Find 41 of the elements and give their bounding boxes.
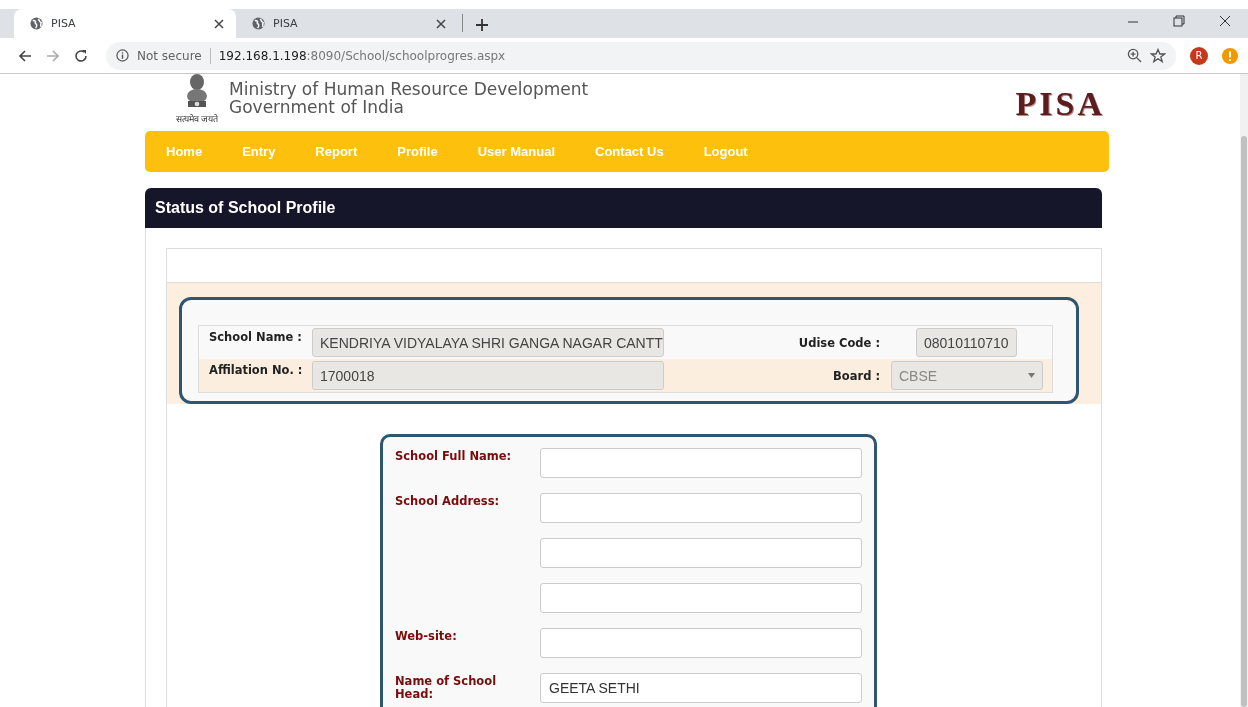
address-bar[interactable]: Not secure 192.168.1.198:8090/School/schoolprogres.aspx — [106, 41, 1176, 70]
input-field[interactable] — [540, 448, 862, 478]
field-label: School Name : — [208, 329, 303, 344]
close-icon[interactable] — [212, 16, 226, 31]
new-tab-icon[interactable] — [475, 18, 489, 32]
close-icon[interactable] — [434, 16, 448, 31]
security-label: Not secure — [137, 48, 202, 63]
field-label: School Address: — [395, 493, 501, 510]
browser-tab[interactable]: PISA — [236, 9, 458, 38]
browser-tab[interactable]: PISA — [14, 9, 236, 38]
input-field[interactable] — [540, 493, 862, 523]
read-only-field[interactable]: KENDRIYA VIDYALAYA SHRI GANGA NAGAR CANTT — [312, 328, 664, 357]
input-field[interactable]: GEETA SETHI — [540, 673, 862, 703]
field-label: Affilation No. : — [208, 362, 304, 377]
globe-icon — [252, 17, 265, 30]
field-label: Udise Code : — [798, 335, 881, 350]
board-dropdown[interactable]: CBSE — [891, 361, 1043, 390]
field-label: School Full Name: — [395, 448, 513, 465]
zoom-icon[interactable] — [1127, 48, 1142, 63]
back-icon[interactable] — [18, 48, 32, 63]
read-only-field[interactable]: 1700018 — [312, 361, 664, 390]
header-text: Ministry of Human Resource Development — [229, 80, 589, 98]
scrollbar[interactable] — [1240, 74, 1248, 707]
input-field[interactable] — [540, 628, 862, 658]
profile-avatar[interactable]: R — [1190, 46, 1208, 65]
header-text: Government of India — [229, 98, 405, 116]
emblem-caption: सत्यमेव जयते — [175, 113, 219, 125]
input-field[interactable] — [540, 583, 862, 613]
field-label: Board : — [833, 368, 881, 383]
panel-title: Status of School Profile — [145, 188, 1102, 228]
globe-icon — [30, 17, 43, 30]
url-text: 192.168.1.198:8090/School/schoolprogres.aspx — [218, 48, 507, 63]
caret-icon — [1028, 373, 1035, 378]
info-icon[interactable] — [116, 49, 129, 62]
star-icon[interactable] — [1150, 47, 1166, 64]
field-label: Name of School Head: — [395, 673, 498, 703]
read-only-field[interactable]: 08010110710 — [916, 328, 1017, 357]
input-field[interactable] — [540, 538, 862, 568]
field-label: Web-site: — [395, 628, 458, 645]
logo: PISA — [1015, 86, 1105, 122]
reload-icon[interactable] — [74, 48, 88, 63]
